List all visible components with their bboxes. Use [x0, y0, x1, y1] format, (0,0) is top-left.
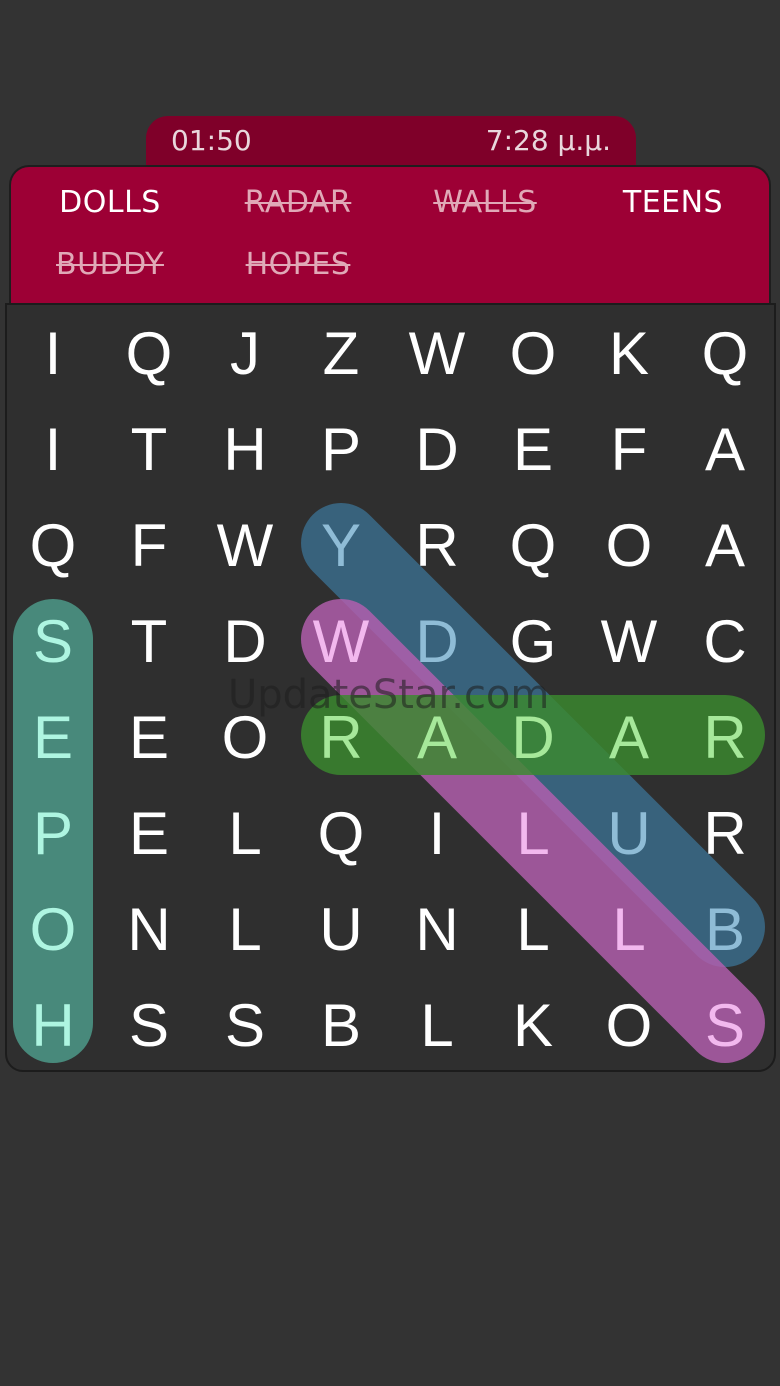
grid-cell[interactable]: L — [485, 882, 581, 978]
word-item: DOLLS — [59, 185, 161, 220]
clock: 7:28 μ.μ. — [485, 124, 611, 157]
word-item: WALLS — [433, 185, 537, 220]
grid-cell[interactable]: L — [197, 786, 293, 882]
grid-cell[interactable]: E — [101, 786, 197, 882]
grid-cell[interactable]: I — [5, 306, 101, 402]
grid-cell[interactable]: L — [581, 882, 677, 978]
grid-cell[interactable]: N — [101, 882, 197, 978]
grid-cell[interactable]: D — [485, 690, 581, 786]
grid-cell[interactable]: T — [101, 594, 197, 690]
grid-cell[interactable]: H — [197, 402, 293, 498]
word-item: TEENS — [622, 185, 724, 220]
grid-cell[interactable]: F — [581, 402, 677, 498]
grid-cell[interactable]: W — [581, 594, 677, 690]
grid-cell[interactable]: L — [389, 978, 485, 1074]
grid-cell[interactable]: K — [485, 978, 581, 1074]
grid-cell[interactable]: R — [677, 690, 773, 786]
grid-cell[interactable]: S — [677, 978, 773, 1074]
word-item: HOPES — [245, 247, 351, 282]
grid-cell[interactable]: W — [197, 498, 293, 594]
grid-cell[interactable]: Y — [293, 498, 389, 594]
timer: 01:50 — [171, 124, 252, 157]
word-list-panel: DOLLS RADAR WALLS TEENS BUDDY HOPES — [9, 165, 771, 303]
grid-cell[interactable]: T — [101, 402, 197, 498]
grid-cell[interactable]: C — [677, 594, 773, 690]
grid-cell[interactable]: Q — [101, 306, 197, 402]
grid-cell[interactable]: E — [5, 690, 101, 786]
grid-cell[interactable]: L — [197, 882, 293, 978]
grid-cell[interactable]: Q — [5, 498, 101, 594]
grid-cell[interactable]: A — [677, 402, 773, 498]
grid-cell[interactable]: R — [677, 786, 773, 882]
grid-cell[interactable]: Q — [677, 306, 773, 402]
word-item: BUDDY — [56, 247, 164, 282]
grid-cell[interactable]: R — [389, 498, 485, 594]
grid-cell[interactable]: D — [389, 402, 485, 498]
grid-cell[interactable]: G — [485, 594, 581, 690]
grid-cell[interactable]: O — [5, 882, 101, 978]
word-item: RADAR — [244, 185, 352, 220]
grid-cell[interactable]: B — [677, 882, 773, 978]
grid-cell[interactable]: D — [389, 594, 485, 690]
grid-cell[interactable]: L — [485, 786, 581, 882]
grid-cell[interactable]: J — [197, 306, 293, 402]
grid-cell[interactable]: U — [581, 786, 677, 882]
grid-cell[interactable]: A — [389, 690, 485, 786]
grid-cell[interactable]: P — [293, 402, 389, 498]
grid-cell[interactable]: K — [581, 306, 677, 402]
grid-cell[interactable]: W — [293, 594, 389, 690]
grid-cell[interactable]: S — [197, 978, 293, 1074]
grid-cell[interactable]: B — [293, 978, 389, 1074]
grid-cell[interactable]: Z — [293, 306, 389, 402]
grid-cell[interactable]: U — [293, 882, 389, 978]
grid-cell[interactable]: E — [101, 690, 197, 786]
grid-cell[interactable]: H — [5, 978, 101, 1074]
grid-cell[interactable]: S — [101, 978, 197, 1074]
grid-cell[interactable]: O — [197, 690, 293, 786]
grid-cell[interactable]: N — [389, 882, 485, 978]
grid-cell[interactable]: E — [485, 402, 581, 498]
grid-cell[interactable]: Q — [485, 498, 581, 594]
grid-cell[interactable]: O — [581, 978, 677, 1074]
grid-cell[interactable]: F — [101, 498, 197, 594]
grid-cell[interactable]: A — [581, 690, 677, 786]
grid-cell[interactable]: D — [197, 594, 293, 690]
letter-grid[interactable]: IQJZWOKQITHPDEFAQFWYRQOASTDWDGWCEEORADAR… — [5, 303, 775, 1071]
grid-cell[interactable]: O — [581, 498, 677, 594]
grid-cell[interactable]: S — [5, 594, 101, 690]
grid-cell[interactable]: W — [389, 306, 485, 402]
grid-cell[interactable]: I — [5, 402, 101, 498]
grid-cell[interactable]: R — [293, 690, 389, 786]
grid-cell[interactable]: Q — [293, 786, 389, 882]
grid-cell[interactable]: A — [677, 498, 773, 594]
grid-cell[interactable]: O — [485, 306, 581, 402]
grid-cell[interactable]: P — [5, 786, 101, 882]
grid-cell[interactable]: I — [389, 786, 485, 882]
